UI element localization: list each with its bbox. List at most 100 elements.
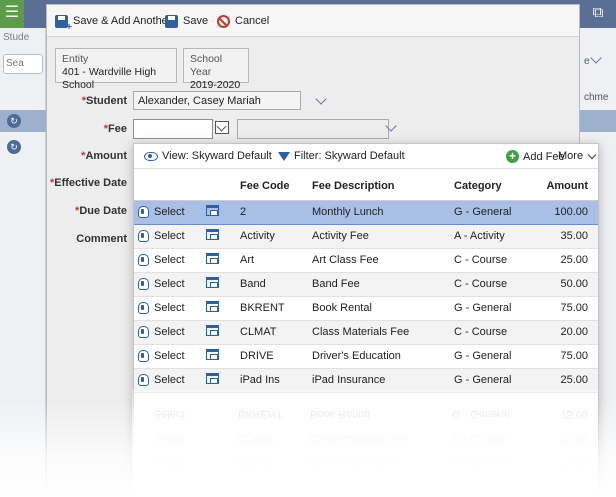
open-cell[interactable] xyxy=(202,296,236,321)
add-fee-button[interactable]: + Add Fee xyxy=(506,150,565,163)
select-link[interactable]: Select xyxy=(154,302,185,314)
cancel-icon xyxy=(217,14,230,28)
amount-cell: 35.00 xyxy=(528,224,598,249)
reflected-category: C - Course xyxy=(452,432,506,444)
fee-code-cell: DRIVE xyxy=(236,344,308,369)
filter-selector[interactable]: Filter: Skyward Default xyxy=(278,150,405,162)
fee-code-cell: Art xyxy=(236,248,308,273)
table-row[interactable]: Select DRIVE Driver's Education G - General… xyxy=(134,344,598,369)
open-cell[interactable] xyxy=(202,368,236,393)
fee-code-cell: iPad Ins xyxy=(236,368,308,393)
pointer-icon xyxy=(138,326,149,338)
category-cell: C - Course xyxy=(450,320,528,345)
table-row[interactable]: Select CLMAT Class Materials Fee C - Course… xyxy=(134,320,598,345)
select-cell[interactable]: Select xyxy=(134,368,202,393)
lookup-icon[interactable] xyxy=(215,121,229,134)
background-row-icon[interactable]: ↻ xyxy=(7,114,21,128)
pointer-icon xyxy=(138,254,149,266)
table-row[interactable]: Select 2 Monthly Lunch G - General 100.00 xyxy=(134,199,598,225)
eye-icon xyxy=(144,151,158,161)
table-row[interactable]: Select Activity Activity Fee A - Activity 35… xyxy=(134,224,598,249)
background-row-icon[interactable]: ↻ xyxy=(7,140,21,154)
restore-window-icon[interactable]: ⧉ xyxy=(580,0,616,28)
hamburger-menu-icon[interactable]: ☰ xyxy=(0,0,24,28)
student-label: *Student xyxy=(81,95,127,107)
select-link[interactable]: Select xyxy=(154,326,185,338)
column-header-fee-code[interactable]: Fee Code xyxy=(236,172,308,201)
table-row[interactable]: Select BKRENT Book Rental G - General 75.00 xyxy=(134,296,598,321)
open-window-icon[interactable] xyxy=(206,205,219,216)
background-search-input[interactable]: Sea xyxy=(3,54,43,74)
reflected-amount: 75.00 xyxy=(560,456,588,468)
fee-input[interactable] xyxy=(133,119,213,139)
reflected-description: Class Materials Fee xyxy=(310,432,408,444)
select-link[interactable]: Select xyxy=(154,374,185,386)
select-cell[interactable]: Select xyxy=(134,248,202,273)
column-header-category[interactable]: Category xyxy=(450,172,528,201)
amount-label: *Amount xyxy=(81,150,127,162)
select-cell[interactable]: Select xyxy=(134,344,202,369)
dialog-toolbar: Save & Add Another Save Cancel xyxy=(47,5,579,37)
select-link[interactable]: Select xyxy=(154,278,185,290)
category-cell: C - Course xyxy=(450,272,528,297)
fee-code-cell: 2 xyxy=(236,199,308,225)
open-window-icon[interactable] xyxy=(206,373,219,384)
select-cell[interactable]: Select xyxy=(134,320,202,345)
table-row[interactable]: Select Band Band Fee C - Course 50.00 xyxy=(134,272,598,297)
pointer-icon xyxy=(138,302,149,314)
select-cell[interactable]: Select xyxy=(134,272,202,297)
amount-cell: 75.00 xyxy=(528,296,598,321)
column-header-amount[interactable]: Amount xyxy=(528,172,598,201)
select-link[interactable]: Select xyxy=(154,230,185,242)
more-menu-button[interactable]: More xyxy=(558,150,597,162)
select-cell[interactable]: Select xyxy=(134,296,202,321)
table-reflection: Select iPad Ins iPad Insurance G - General 2… xyxy=(132,392,598,497)
cancel-button[interactable]: Cancel xyxy=(217,13,269,29)
fee-description-cell: Activity Fee xyxy=(308,224,450,249)
table-row[interactable]: Select iPad Ins iPad Insurance G - General 2… xyxy=(134,368,598,393)
select-link[interactable]: Select xyxy=(154,350,185,362)
open-cell[interactable] xyxy=(202,224,236,249)
chevron-down-icon[interactable] xyxy=(315,93,327,105)
open-cell[interactable] xyxy=(202,272,236,297)
select-link[interactable]: Select xyxy=(154,206,185,218)
open-window-icon[interactable] xyxy=(206,277,219,288)
student-field[interactable]: Alexander, Casey Mariah xyxy=(133,91,301,110)
open-cell[interactable] xyxy=(202,344,236,369)
select-link[interactable]: Select xyxy=(154,254,185,266)
select-cell[interactable]: Select xyxy=(134,224,202,249)
open-window-icon[interactable] xyxy=(206,349,219,360)
open-window-icon[interactable] xyxy=(206,253,219,264)
open-cell[interactable] xyxy=(202,199,236,225)
amount-cell: 100.00 xyxy=(528,199,598,225)
save-button[interactable]: Save xyxy=(165,13,208,29)
reflected-description: iPad Insurance xyxy=(310,480,384,492)
view-selector[interactable]: View: Skyward Default xyxy=(144,150,272,162)
reflected-code: CLMAT xyxy=(238,432,275,444)
column-header-fee-description[interactable]: Fee Description xyxy=(308,172,450,201)
reflected-code: iPad Ins xyxy=(238,480,278,492)
chevron-down-icon xyxy=(587,150,597,159)
open-window-icon[interactable] xyxy=(206,325,219,336)
fee-code-cell: BKRENT xyxy=(236,296,308,321)
save-and-add-another-button[interactable]: Save & Add Another xyxy=(55,13,171,33)
save-add-icon xyxy=(55,14,72,33)
category-cell: G - General xyxy=(450,344,528,369)
reflected-amount: 25.00 xyxy=(560,480,588,492)
fee-code-cell: Activity xyxy=(236,224,308,249)
open-window-icon[interactable] xyxy=(206,301,219,312)
table-row[interactable]: Select Art Art Class Fee C - Course 25.00 xyxy=(134,248,598,273)
amount-cell: 25.00 xyxy=(528,368,598,393)
open-cell[interactable] xyxy=(202,320,236,345)
pointer-icon xyxy=(138,278,149,290)
fee-description-cell: Driver's Education xyxy=(308,344,450,369)
table-header-row: Fee Code Fee Description Category Amount xyxy=(134,172,598,201)
entity-value: 401 - Wardville High School xyxy=(62,66,157,91)
background-selected-row[interactable] xyxy=(580,110,616,132)
open-window-icon[interactable] xyxy=(206,229,219,240)
open-cell[interactable] xyxy=(202,248,236,273)
select-cell[interactable]: Select xyxy=(134,199,202,225)
fee-description-cell: Band Fee xyxy=(308,272,450,297)
reflected-select: Select xyxy=(154,408,185,420)
amount-cell: 75.00 xyxy=(528,344,598,369)
